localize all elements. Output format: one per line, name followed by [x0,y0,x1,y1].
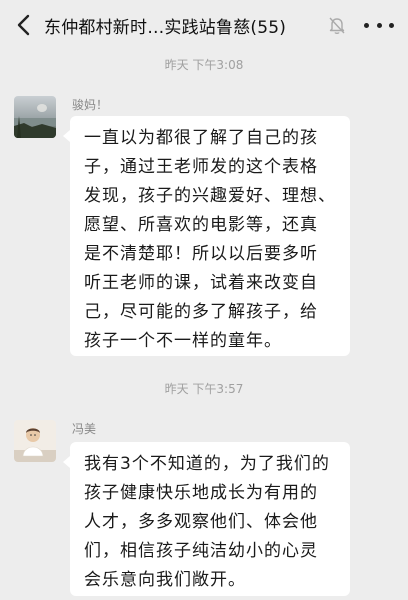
more-dots-icon [364,22,369,28]
avatar[interactable] [14,96,56,138]
message-line: 发现，孩子的兴趣爱好、理想、 [84,186,336,206]
sender-name: 冯美 [72,422,97,436]
avatar-lake-image [14,96,56,138]
more-button[interactable] [364,14,394,36]
more-dots-icon [389,22,394,28]
avatar[interactable] [14,420,56,462]
message-line: 我有3个不知道的，为了我们的 [84,454,330,474]
message-bubble[interactable]: 我有3个不知道的，为了我们的 孩子健康快乐地成长为有用的 人才，多多观察他们、体… [63,442,350,596]
mute-status [326,14,348,36]
chat-header: 东仲都村新时…实践站鲁慈(55) [0,0,408,50]
message-line: 己，尽可能的多了解孩子，给 [84,302,318,322]
message-bubble[interactable]: 一直以为都很了解了自己的孩 子，通过王老师发的这个表格 发现，孩子的兴趣爱好、理… [63,116,350,356]
message-line: 会乐意向我们敞开。 [84,570,246,590]
message-line: 听王老师的课，试着来改变自 [84,273,318,293]
message-line: 一直以为都很了解了自己的孩 [84,128,318,148]
chevron-left-icon [17,14,30,36]
bell-muted-icon [329,17,345,35]
message-line: 人才，多多观察他们、体会他 [84,512,318,532]
more-dots-icon [376,22,382,28]
back-button[interactable] [8,10,38,40]
message-line: 是不清楚耶！所以以后要多听 [84,244,318,264]
message-line: 愿望、所喜欢的电影等，还真 [84,215,318,235]
chat-title: 东仲都村新时…实践站鲁慈(55) [44,18,287,38]
message-line: 孩子健康快乐地成长为有用的 [84,483,318,503]
sender-name: 骏妈！ [72,98,109,112]
message-timestamp: 昨天 下午3:08 [164,58,244,72]
message-line: 孩子一个不一样的童年。 [84,331,282,351]
message-line: 子，通过王老师发的这个表格 [84,157,318,177]
message-line: 们，相信孩子纯洁幼小的心灵 [84,541,318,561]
message-timestamp: 昨天 下午3:57 [164,382,244,396]
avatar-child-image [14,420,56,462]
